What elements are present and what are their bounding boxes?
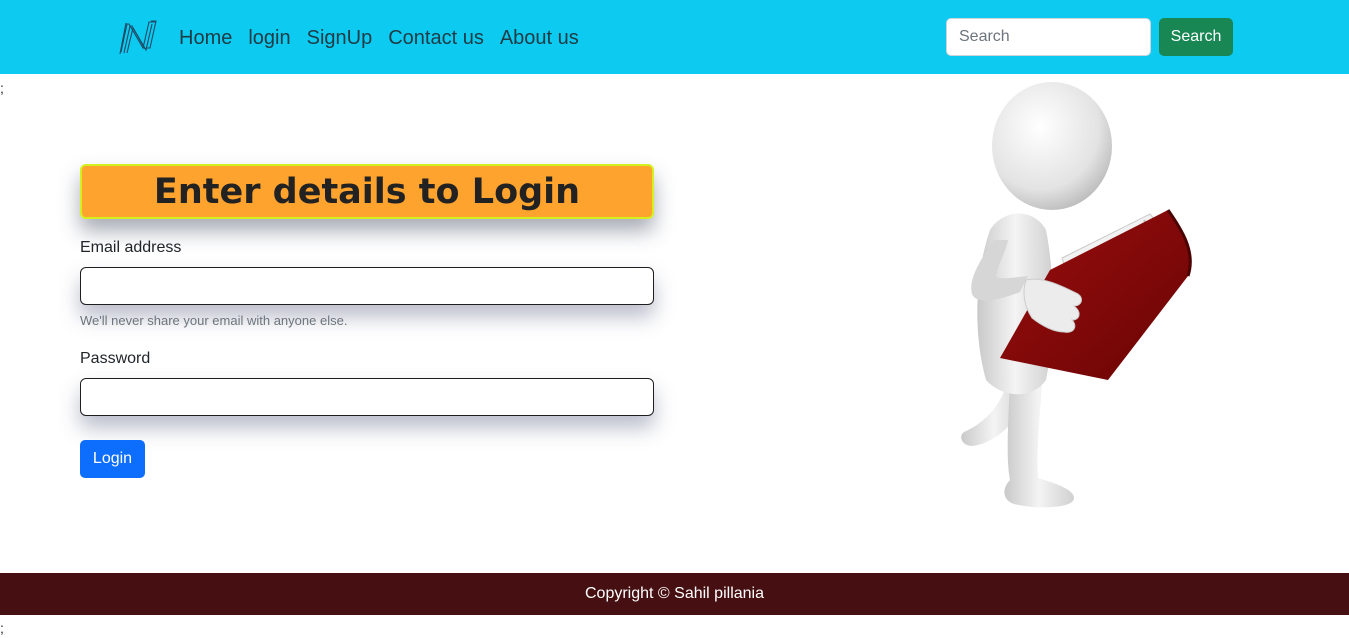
search-input[interactable] [946,18,1151,56]
login-button[interactable]: Login [80,440,145,478]
stray-text-top: ; [0,80,4,96]
nav-link-login[interactable]: login [240,24,298,52]
figure-reading-book-icon [950,80,1210,512]
login-heading-text: Enter details to Login [153,171,581,212]
nav-link-signup[interactable]: SignUp [299,24,381,52]
password-field[interactable] [80,378,654,416]
nav-link-contact[interactable]: Contact us [380,24,492,52]
footer: Copyright © Sahil pillania [0,573,1349,615]
nav-link-home[interactable]: Home [171,24,240,52]
password-label: Password [80,350,151,367]
brand-logo-icon[interactable] [118,18,158,56]
stray-text-bottom: ; [0,620,4,636]
email-label: Email address [80,239,182,256]
navbar: Home login SignUp Contact us About us Se… [0,0,1349,74]
nav-links: Home login SignUp Contact us About us [171,24,587,52]
copyright-text: Copyright © Sahil pillania [585,585,764,602]
search-button[interactable]: Search [1159,18,1233,56]
email-field[interactable] [80,267,654,305]
nav-link-about[interactable]: About us [492,24,587,52]
email-help-text: We'll never share your email with anyone… [80,313,348,328]
login-heading: Enter details to Login [80,164,654,219]
